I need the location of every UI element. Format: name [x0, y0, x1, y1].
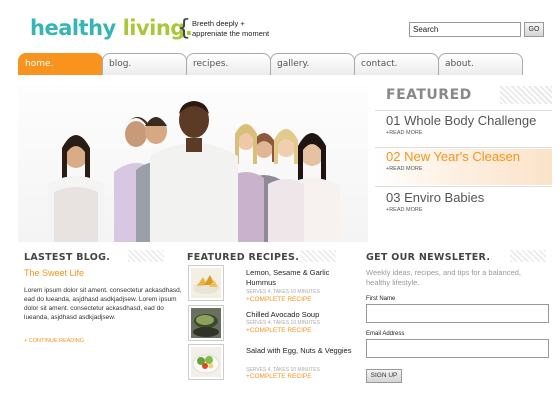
first-name-label: First Name [366, 296, 396, 302]
newsletter-heading-stripe [510, 250, 546, 262]
recipe-thumbnail-hummus[interactable] [188, 265, 224, 301]
tab-blog[interactable]: blog. [102, 53, 187, 75]
recipe-thumbnail-avocado-soup[interactable] [188, 305, 224, 341]
newsletter-heading: GET OUR NEWSLETER. [366, 252, 491, 263]
recipes-heading: FEATURED RECIPES. [187, 252, 300, 263]
tab-about[interactable]: about. [438, 53, 523, 75]
newsletter-description: Weekly ideas, recipes, and tips for a ba… [366, 268, 521, 287]
complete-recipe-link[interactable]: +COMPLETE RECIPE [246, 327, 312, 334]
featured-item[interactable]: 01 Whole Body Challenge +READ MORE [375, 113, 552, 149]
recipe-title[interactable]: Lemon, Sesame & Garlic Hummus [246, 268, 356, 288]
tab-gallery[interactable]: gallery. [270, 53, 355, 75]
featured-item-title[interactable]: 02 New Year's Cleasen [386, 149, 552, 164]
complete-recipe-link[interactable]: +COMPLETE RECIPE [246, 296, 312, 303]
hummus-image [191, 268, 221, 298]
avocado-soup-image [191, 308, 221, 338]
search-input[interactable] [409, 22, 521, 37]
site-logo[interactable]: healthy living. [30, 16, 193, 40]
tagline-line-2: appreniate the moment [192, 29, 270, 38]
featured-divider [375, 186, 552, 187]
main-nav: home. blog. recipes. gallery. contact. a… [18, 53, 523, 75]
recipe-meta: SERVES 4, TAKES 10 MINUTES [246, 320, 320, 326]
tagline-brace: { [177, 16, 191, 41]
blog-excerpt: Lorem ipsum dolor sit ament. consectetur… [24, 287, 182, 321]
salad-image [191, 347, 221, 377]
featured-item-highlighted[interactable]: 02 New Year's Cleasen +READ MORE [375, 149, 552, 185]
recipe-thumbnail-salad[interactable] [188, 344, 224, 380]
first-name-field[interactable] [366, 304, 549, 323]
featured-read-more-link[interactable]: +READ MORE [386, 166, 552, 172]
search-go-button[interactable]: GO [524, 22, 544, 37]
tab-contact[interactable]: contact. [354, 53, 439, 75]
featured-divider [375, 110, 552, 111]
logo-word-healthy: healthy [30, 16, 116, 40]
email-field[interactable] [366, 339, 549, 358]
person-front-left [48, 135, 104, 242]
recipe-title[interactable]: Salad with Egg, Nuts & Veggies [246, 346, 356, 356]
tab-home[interactable]: home. [18, 53, 103, 75]
tagline-line-1: Breeth deeply + [192, 19, 245, 28]
complete-recipe-link[interactable]: +COMPLETE RECIPE [246, 373, 312, 380]
blog-heading-stripe [128, 250, 164, 262]
featured-divider [375, 147, 552, 148]
hero-people-illustration [48, 101, 340, 242]
continue-reading-link[interactable]: + CONTINUE READING [24, 338, 84, 344]
featured-item[interactable]: 03 Enviro Babies +READ MORE [375, 190, 552, 226]
featured-heading-stripe [500, 86, 552, 104]
recipe-meta: SERVES 4, TAKES 10 MINUTES [246, 289, 320, 295]
blog-heading: LASTEST BLOG. [24, 252, 111, 263]
featured-heading: FEATURED [386, 87, 472, 103]
sign-up-button[interactable]: SIGN UP [366, 369, 402, 383]
recipes-heading-stripe [300, 250, 336, 262]
featured-item-title[interactable]: 03 Enviro Babies [386, 190, 552, 205]
recipe-title[interactable]: Chilled Avocado Soup [246, 310, 356, 320]
featured-read-more-link[interactable]: +READ MORE [386, 130, 552, 136]
featured-item-title[interactable]: 01 Whole Body Challenge [386, 113, 552, 128]
tagline: Breeth deeply + appreniate the moment [192, 19, 269, 39]
hero-image [18, 86, 368, 242]
email-label: Email Address [366, 331, 405, 337]
tab-recipes[interactable]: recipes. [186, 53, 271, 75]
blog-post-title[interactable]: The Sweet Life [24, 268, 84, 278]
featured-read-more-link[interactable]: +READ MORE [386, 207, 552, 213]
